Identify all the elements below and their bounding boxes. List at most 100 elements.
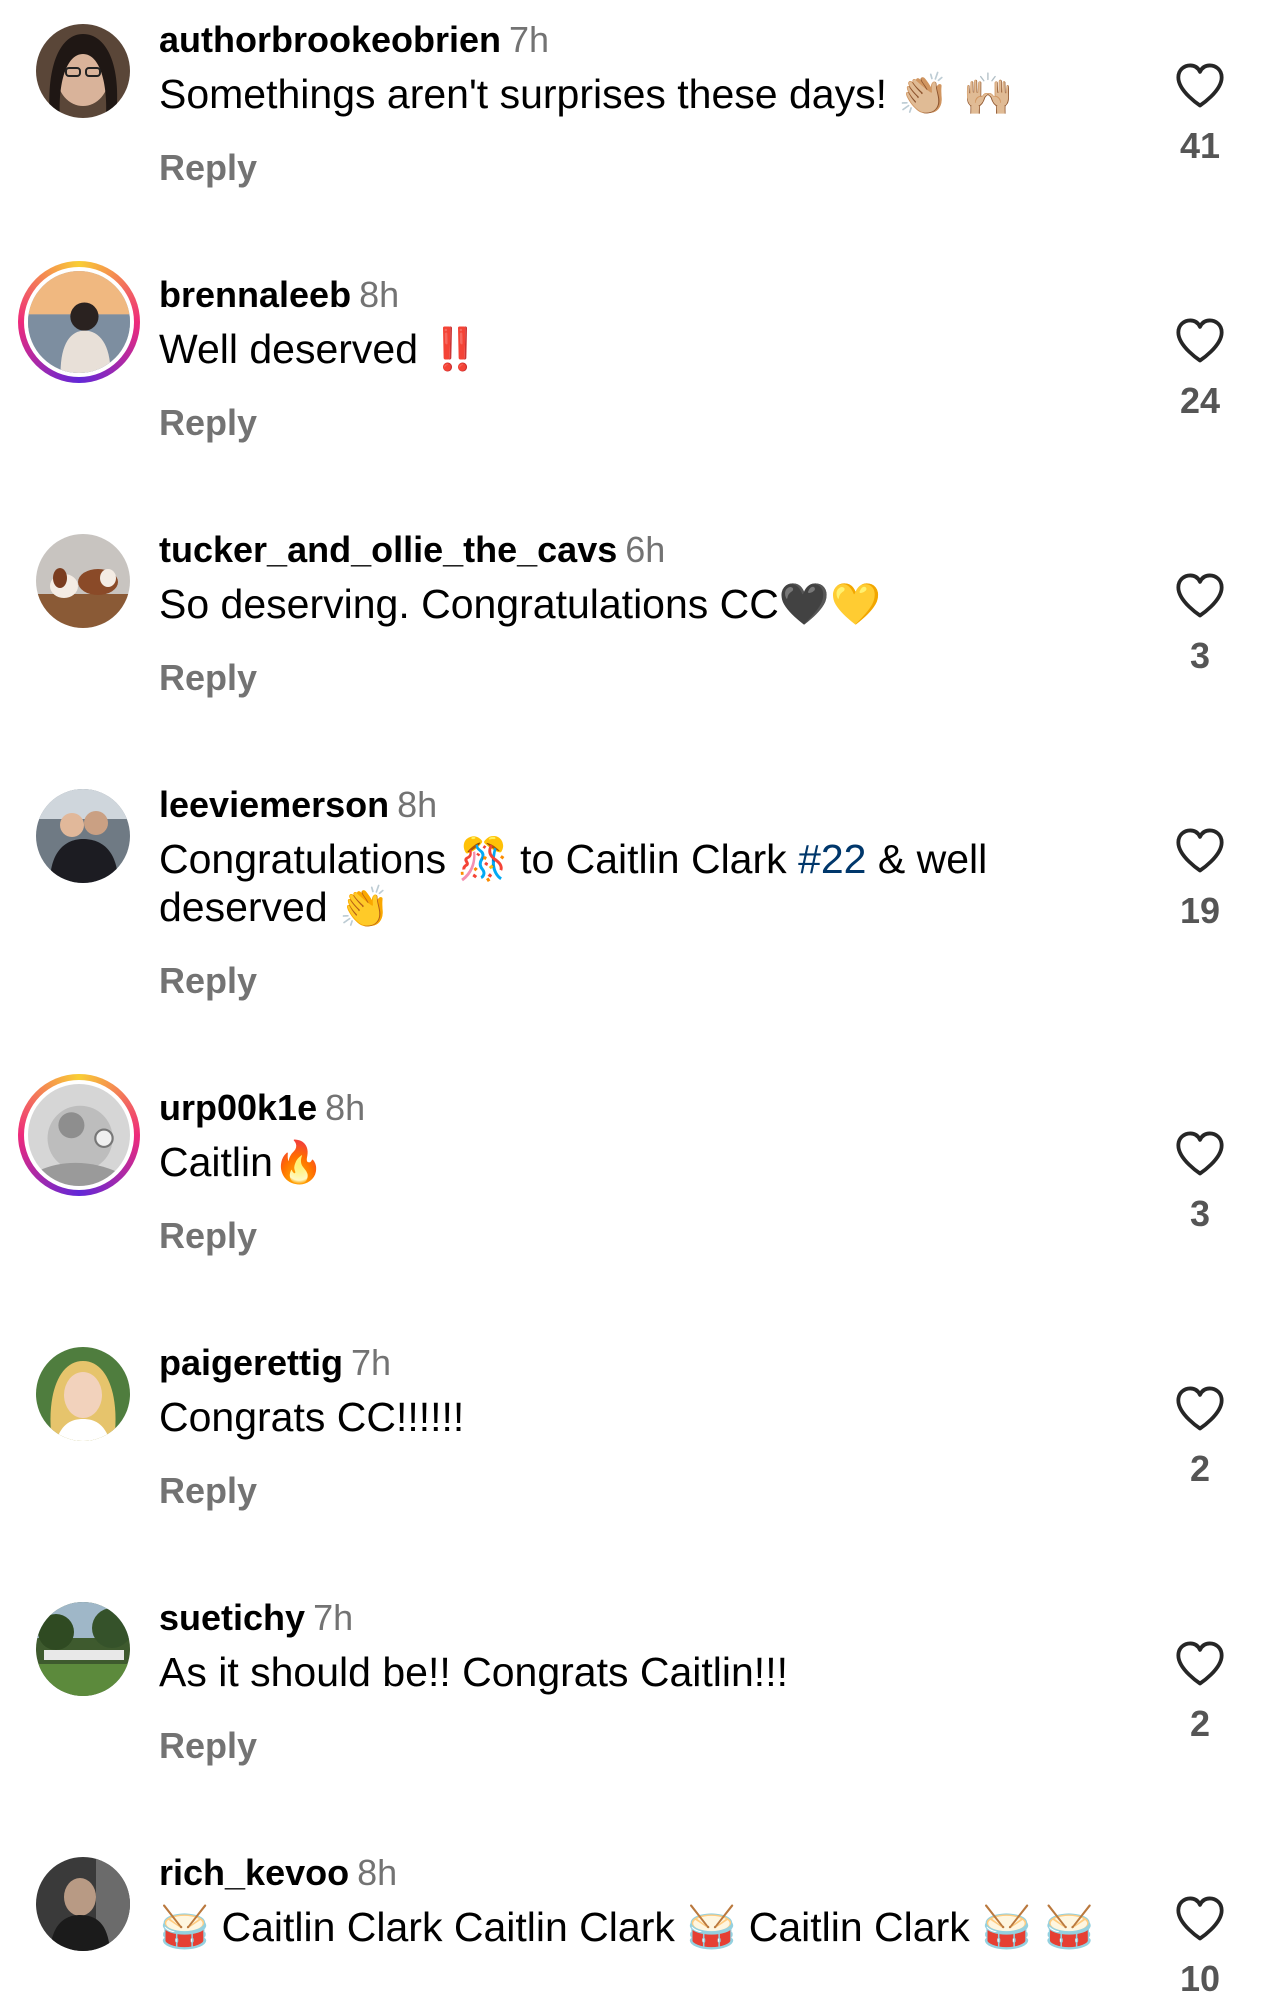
- timestamp: 7h: [509, 19, 550, 60]
- comment-body: Caitlin: [159, 1139, 273, 1185]
- avatar[interactable]: [28, 271, 130, 373]
- avatar-image: [36, 24, 130, 118]
- comment-meta: brennaleeb 8h: [159, 273, 399, 317]
- comment-text: Congratulations 🎊 to Caitlin Clark #22 &…: [159, 835, 1059, 931]
- like-control: 10: [1162, 1895, 1238, 1999]
- username[interactable]: rich_kevoo: [159, 1852, 349, 1893]
- reply-button[interactable]: Reply: [159, 1724, 257, 1768]
- avatar-image: [36, 1857, 130, 1951]
- like-control: 3: [1162, 1130, 1238, 1234]
- comment-meta: tucker_and_ollie_the_cavs 6h: [159, 528, 665, 572]
- heart-outline-icon[interactable]: [1174, 572, 1226, 620]
- username[interactable]: suetichy: [159, 1597, 305, 1638]
- username[interactable]: leeviemerson: [159, 784, 389, 825]
- emoji: 🔥: [272, 1138, 324, 1186]
- heart-outline-icon[interactable]: [1174, 1385, 1226, 1433]
- like-control: 41: [1162, 62, 1238, 166]
- avatar[interactable]: [36, 24, 130, 118]
- heart-outline-icon[interactable]: [1174, 1895, 1226, 1943]
- heart-outline-icon[interactable]: [1174, 62, 1226, 110]
- comment-meta: leeviemerson 8h: [159, 783, 437, 827]
- like-count: 24: [1179, 380, 1221, 421]
- emoji: ‼️: [429, 325, 481, 373]
- timestamp: 7h: [351, 1342, 392, 1383]
- avatar-image: [36, 1602, 130, 1696]
- like-control: 2: [1162, 1385, 1238, 1489]
- emoji: 🥁: [1043, 1903, 1095, 1951]
- reply-button[interactable]: Reply: [159, 1214, 257, 1258]
- emoji: 👏: [339, 883, 391, 931]
- avatar[interactable]: [36, 1857, 130, 1951]
- timestamp: 8h: [359, 274, 400, 315]
- avatar[interactable]: [36, 1347, 130, 1441]
- comment-body: Congratulations: [159, 836, 447, 882]
- timestamp: 6h: [625, 529, 666, 570]
- username[interactable]: tucker_and_ollie_the_cavs: [159, 529, 617, 570]
- comment-body: to Caitlin Clark: [520, 836, 787, 882]
- avatar-image: [36, 534, 130, 628]
- comment-meta: urp00k1e 8h: [159, 1086, 365, 1130]
- comment-body: Congrats CC!!!!!!: [159, 1394, 465, 1440]
- like-count: 10: [1179, 1958, 1221, 1999]
- comment-body: Somethings aren't surprises these days!: [159, 71, 887, 117]
- hashtag-link[interactable]: #22: [798, 836, 866, 882]
- comment-meta: authorbrookeobrien 7h: [159, 18, 549, 62]
- avatar-image: [28, 1084, 130, 1186]
- like-control: 19: [1162, 827, 1238, 931]
- comment-meta: suetichy 7h: [159, 1596, 353, 1640]
- comment-body: Well deserved: [159, 326, 419, 372]
- avatar[interactable]: [28, 1084, 130, 1186]
- emoji: 👏🏼 🙌🏼: [898, 70, 1014, 118]
- avatar[interactable]: [36, 789, 130, 883]
- timestamp: 8h: [397, 784, 438, 825]
- heart-outline-icon[interactable]: [1174, 1640, 1226, 1688]
- like-count: 2: [1189, 1703, 1211, 1744]
- emoji: 🖤💛: [778, 580, 881, 628]
- avatar-image: [36, 789, 130, 883]
- emoji: 🥁: [686, 1903, 738, 1951]
- story-ring: [18, 1074, 140, 1196]
- comment-meta: paigerettig 7h: [159, 1341, 391, 1385]
- comment-meta: rich_kevoo 8h: [159, 1851, 397, 1895]
- like-count: 3: [1189, 1193, 1211, 1234]
- avatar-image: [28, 271, 130, 373]
- comment-body: Caitlin Clark: [748, 1904, 970, 1950]
- heart-outline-icon[interactable]: [1174, 827, 1226, 875]
- reply-button[interactable]: Reply: [159, 1469, 257, 1513]
- reply-button[interactable]: Reply: [159, 656, 257, 700]
- like-count: 41: [1179, 125, 1221, 166]
- heart-outline-icon[interactable]: [1174, 317, 1226, 365]
- like-control: 2: [1162, 1640, 1238, 1744]
- reply-button[interactable]: Reply: [159, 146, 257, 190]
- story-ring: [18, 261, 140, 383]
- timestamp: 8h: [325, 1087, 366, 1128]
- emoji: 🥁: [159, 1903, 211, 1951]
- avatar-image: [36, 1347, 130, 1441]
- like-count: 2: [1189, 1448, 1211, 1489]
- reply-button[interactable]: Reply: [159, 401, 257, 445]
- emoji: 🎊: [457, 835, 509, 883]
- heart-outline-icon[interactable]: [1174, 1130, 1226, 1178]
- emoji: 🥁: [981, 1903, 1033, 1951]
- username[interactable]: authorbrookeobrien: [159, 19, 501, 60]
- timestamp: 8h: [357, 1852, 398, 1893]
- comment-text: So deserving. Congratulations CC🖤💛: [159, 580, 1059, 628]
- reply-button[interactable]: Reply: [159, 959, 257, 1003]
- username[interactable]: urp00k1e: [159, 1087, 317, 1128]
- comment-text: Congrats CC!!!!!!: [159, 1393, 1059, 1441]
- like-control: 3: [1162, 572, 1238, 676]
- comment-text: 🥁 Caitlin Clark Caitlin Clark 🥁 Caitlin …: [159, 1903, 1119, 1951]
- comment-text: Somethings aren't surprises these days! …: [159, 70, 1059, 118]
- username[interactable]: brennaleeb: [159, 274, 351, 315]
- comment-text: Caitlin🔥: [159, 1138, 1059, 1186]
- comment-body: Caitlin Clark Caitlin Clark: [221, 1904, 675, 1950]
- avatar[interactable]: [36, 1602, 130, 1696]
- comment-text: As it should be!! Congrats Caitlin!!!: [159, 1648, 1059, 1696]
- avatar[interactable]: [36, 534, 130, 628]
- like-count: 19: [1179, 890, 1221, 931]
- comment-body: So deserving. Congratulations CC: [159, 581, 779, 627]
- like-control: 24: [1162, 317, 1238, 421]
- username[interactable]: paigerettig: [159, 1342, 343, 1383]
- timestamp: 7h: [313, 1597, 354, 1638]
- comment-text: Well deserved ‼️: [159, 325, 1059, 373]
